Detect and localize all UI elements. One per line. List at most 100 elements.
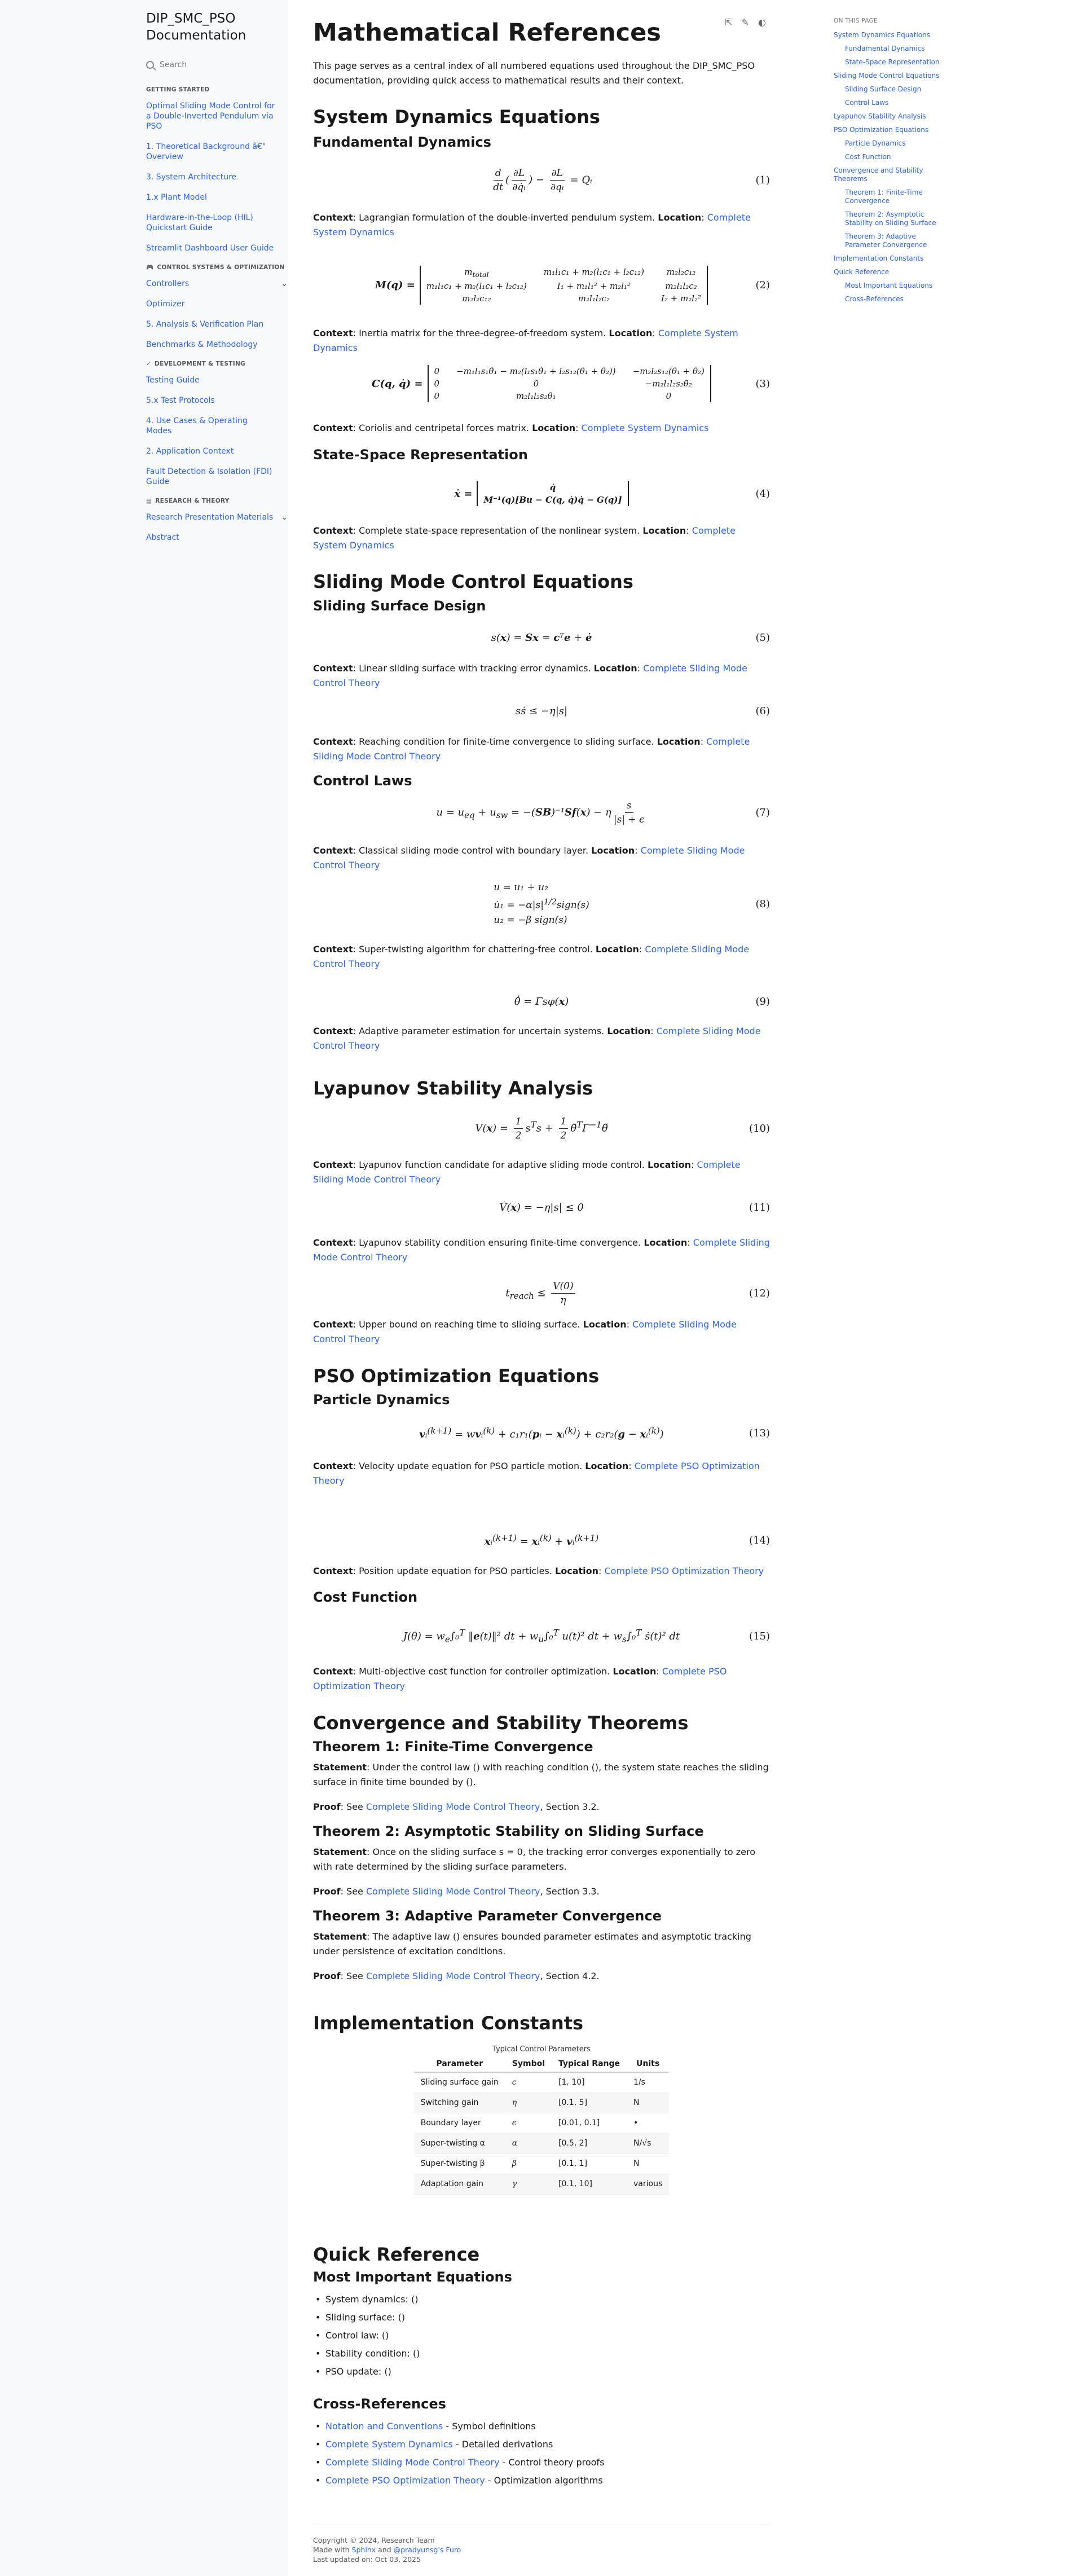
toc-item[interactable]: Fundamental Dynamics [834,45,952,53]
table-cell: [0.1, 1] [552,2153,627,2174]
sidebar-nav-item[interactable]: Hardware-in-the-Loop (HIL) Quickstart Gu… [146,213,288,233]
equation-13: vᵢ(k+1) = wvᵢ(k) + c₁r₁(pᵢ − xᵢ(k)) + c₂… [419,1426,770,1440]
nav-caption: 🎮 CONTROL SYSTEMS & OPTIMIZATION [146,263,288,272]
theorem-3-title: Theorem 3: Adaptive Parameter Convergenc… [313,1908,662,1924]
equation-number[interactable]: (14) [749,1535,770,1546]
theorem-3-proof: Proof: See Complete Sliding Mode Control… [313,1971,600,1981]
sidebar-nav-item[interactable]: 2. Application Context [146,446,288,456]
equation-number[interactable]: (13) [749,1427,770,1439]
equation-1: d dt(∂L ∂q̇ᵢ) − ∂L ∂qᵢ = Qᵢ (1) [493,167,771,193]
toc-item[interactable]: Cross-References [834,295,952,304]
theorem-2-proof: Proof: See Complete Sliding Mode Control… [313,1886,600,1897]
equation-number[interactable]: (4) [756,488,771,500]
edit-icon[interactable]: ✎ [741,17,749,28]
equation-number[interactable]: (12) [749,1287,770,1299]
sidebar-nav-item[interactable]: 5.x Test Protocols [146,395,288,406]
table-row: Boundary layer ϵ [0.01, 0.1] • [413,2113,670,2134]
link-smc-theory[interactable]: Complete Sliding Mode Control Theory [325,2457,499,2468]
toc-item[interactable]: Theorem 2: Asymptotic Stability on Slidi… [834,210,952,227]
equation-number[interactable]: (1) [756,174,771,186]
context-14: Context: Position update equation for PS… [313,1566,764,1576]
sidebar-nav-label: 2. Application Context [146,447,234,456]
search-icon [146,61,154,69]
link-smc-theory[interactable]: Complete Sliding Mode Control Theory [366,1886,540,1897]
link-system-dynamics[interactable]: Complete System Dynamics [582,423,709,433]
table-cell: [0.01, 0.1] [552,2113,627,2134]
toc-item[interactable]: Lyapunov Stability Analysis [834,112,952,121]
sidebar-nav-item[interactable]: Fault Detection & Isolation (FDI) Guide [146,467,288,487]
toc-item[interactable]: Theorem 1: Finite-Time Convergence [834,188,952,205]
sidebar-nav-item[interactable]: Optimal Sliding Mode Control for a Doubl… [146,101,288,131]
toc-item[interactable]: System Dynamics Equations [834,31,952,39]
view-source-icon[interactable]: ⇱ [725,17,732,28]
link-pso-theory[interactable]: Complete PSO Optimization Theory [605,1566,764,1576]
toc-item[interactable]: Particle Dynamics [834,139,952,148]
toc-item[interactable]: State-Space Representation [834,58,952,67]
sidebar: DIP_SMC_PSO Documentation Search GETTING… [0,0,288,2576]
search-box[interactable]: Search [146,55,288,74]
table-row: Super-twisting α α [0.5, 2] N/√s [413,2133,670,2154]
link-pso-theory[interactable]: Complete PSO Optimization Theory [325,2475,485,2486]
toc-item[interactable]: PSO Optimization Equations [834,126,952,134]
equation-number[interactable]: (7) [756,807,771,819]
sidebar-nav-item[interactable]: 3. System Architecture [146,172,288,182]
table-cell: • [627,2113,670,2134]
nav-group: GETTING STARTED Optimal Sliding Mode Cont… [144,86,288,253]
equation-number[interactable]: (8) [756,898,771,910]
equation-number[interactable]: (11) [749,1202,770,1214]
sidebar-nav-item[interactable]: Benchmarks & Methodology [146,340,288,350]
equation-number[interactable]: (3) [756,378,771,390]
toc-item[interactable]: Control Laws [834,99,952,107]
link-notation[interactable]: Notation and Conventions [325,2421,443,2432]
nav-caption: GETTING STARTED [146,86,288,94]
chevron-down-icon[interactable]: ⌄ [281,512,288,522]
equation-number[interactable]: (2) [756,279,771,291]
sidebar-nav-item[interactable]: 4. Use Cases & Operating Modes [146,416,288,436]
toc-item[interactable]: Cost Function [834,153,952,161]
site-title[interactable]: DIP_SMC_PSO Documentation [144,0,288,52]
page-title: Mathematical References [313,19,661,47]
toc-item[interactable]: Most Important Equations [834,282,952,290]
sidebar-nav-item[interactable]: Controllers ⌄ [146,279,288,289]
table-header: Parameter [413,2056,505,2073]
equation-number[interactable]: (5) [756,632,771,644]
sidebar-nav-item[interactable]: Research Presentation Materials ⌄ [146,512,288,522]
link-smc-theory[interactable]: Complete Sliding Mode Control Theory [366,1971,540,1981]
search-input[interactable]: Search [160,60,187,69]
list-item: Complete Sliding Mode Control Theory - C… [315,2454,604,2472]
sidebar-nav-item[interactable]: Abstract [146,533,288,543]
list-item: PSO update: () [315,2363,420,2381]
link-furo[interactable]: @pradyunsg's Furo [394,2546,461,2554]
equation-number[interactable]: (9) [756,996,771,1008]
toc-item[interactable]: Sliding Mode Control Equations [834,72,952,80]
sidebar-nav-item[interactable]: 5. Analysis & Verification Plan [146,319,288,329]
sidebar-nav-item[interactable]: 1.x Plant Model [146,192,288,203]
table-header: Symbol [505,2056,552,2073]
toc-item[interactable]: Theorem 3: Adaptive Parameter Convergenc… [834,232,952,249]
toc-item[interactable]: Quick Reference [834,268,952,276]
toc-item[interactable]: Implementation Constants [834,254,952,263]
equation-14: xᵢ(k+1) = xᵢ(k) + vᵢ(k+1) (14) [484,1533,770,1548]
link-sphinx[interactable]: Sphinx [352,2546,376,2554]
sidebar-nav-item[interactable]: Testing Guide [146,375,288,385]
sidebar-content: DIP_SMC_PSO Documentation Search GETTING… [144,0,288,553]
equation-number[interactable]: (15) [749,1630,770,1642]
section-lyapunov: Lyapunov Stability Analysis [313,1078,593,1099]
equation-number[interactable]: (10) [749,1123,770,1135]
equation-4: ẋ = q̇ M⁻¹(q)[Bu − C(q, q̇)q̇ − G(q)] (4… [454,481,771,506]
link-system-dynamics[interactable]: Complete System Dynamics [325,2439,453,2450]
equation-3: C(q, q̇) = 0 −m₁l₁s₁θ̇₁ − m₂(l₁s₁θ̇₁ + l₂… [372,365,771,402]
table-row: Sliding surface gain c [1, 10] 1/s [413,2072,670,2093]
toc-item[interactable]: Sliding Surface Design [834,85,952,94]
sidebar-nav-item[interactable]: Streamlit Dashboard User Guide [146,243,288,253]
sidebar-nav-label: Research Presentation Materials [146,513,274,522]
sidebar-nav-item[interactable]: 1. Theoretical Background â€" Overview [146,142,288,162]
sidebar-nav-item[interactable]: Optimizer [146,299,288,309]
link-smc-theory[interactable]: Complete Sliding Mode Control Theory [366,1801,540,1812]
context-9: Context: Adaptive parameter estimation f… [313,1026,761,1051]
context-12: Context: Upper bound on reaching time to… [313,1319,737,1344]
toc-item[interactable]: Convergence and Stability Theorems [834,166,952,183]
chevron-down-icon[interactable]: ⌄ [281,279,288,289]
equation-number[interactable]: (6) [756,705,771,717]
theme-toggle-icon[interactable]: ◐ [758,17,766,28]
